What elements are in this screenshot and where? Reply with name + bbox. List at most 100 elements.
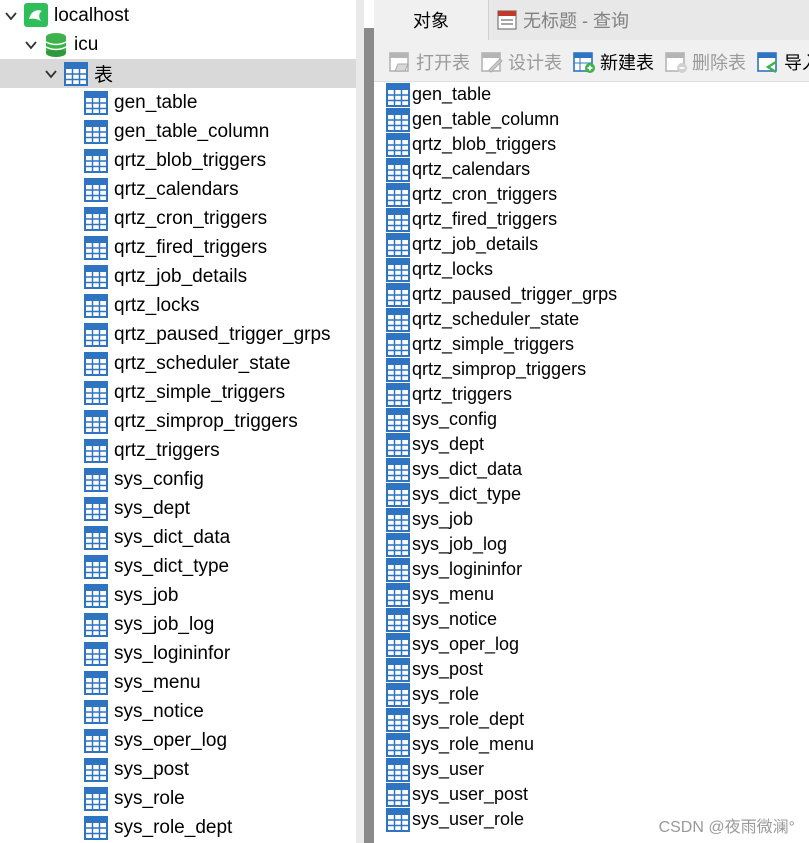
delete-table-icon xyxy=(665,52,687,73)
table-icon xyxy=(386,107,410,132)
tree-connection-localhost[interactable]: localhost xyxy=(0,1,356,30)
table-icon xyxy=(386,257,410,282)
tree-table-item[interactable]: sys_menu xyxy=(0,668,356,697)
object-list-label: sys_notice xyxy=(412,609,498,629)
table-icon xyxy=(386,532,410,557)
object-list-label: sys_user_role xyxy=(412,809,525,829)
tree-table-item[interactable]: gen_table xyxy=(0,88,356,117)
object-list-item[interactable]: sys_config xyxy=(386,407,497,432)
object-list-item[interactable]: qrtz_simprop_triggers xyxy=(386,357,586,382)
delete-table-button[interactable]: 删除表 xyxy=(664,48,746,76)
chevron-down-icon[interactable] xyxy=(44,67,58,81)
design-table-button[interactable]: 设计表 xyxy=(480,48,562,76)
object-list-item[interactable]: qrtz_blob_triggers xyxy=(386,132,556,157)
tree-table-item[interactable]: qrtz_job_details xyxy=(0,262,356,291)
tree-table-item[interactable]: sys_notice xyxy=(0,697,356,726)
object-list-item[interactable]: sys_dept xyxy=(386,432,484,457)
tree-table-item[interactable]: sys_job_log xyxy=(0,610,356,639)
tree-table-item[interactable]: qrtz_triggers xyxy=(0,436,356,465)
tab-query-label: 无标题 - 查询 xyxy=(523,11,629,31)
tab-query[interactable]: 无标题 - 查询 xyxy=(488,0,809,40)
tree-table-item[interactable]: qrtz_paused_trigger_grps xyxy=(0,320,356,349)
tree-table-item[interactable]: sys_dict_data xyxy=(0,523,356,552)
object-list-label: sys_dict_data xyxy=(412,459,523,479)
object-list-item[interactable]: sys_role_menu xyxy=(386,732,534,757)
object-list-item[interactable]: qrtz_calendars xyxy=(386,157,530,182)
tree-table-item[interactable]: sys_dict_type xyxy=(0,552,356,581)
tree-table-item[interactable]: sys_role xyxy=(0,784,356,813)
object-list-item[interactable]: qrtz_scheduler_state xyxy=(386,307,579,332)
tree-table-item[interactable]: sys_oper_log xyxy=(0,726,356,755)
open-table-button[interactable]: 打开表 xyxy=(388,48,470,76)
object-list-item[interactable]: qrtz_job_details xyxy=(386,232,538,257)
tab-objects[interactable]: 对象 xyxy=(374,0,488,40)
chevron-down-icon[interactable] xyxy=(4,9,18,23)
tree-table-item[interactable]: qrtz_scheduler_state xyxy=(0,349,356,378)
object-list-label: qrtz_simple_triggers xyxy=(412,334,575,354)
tree-table-item[interactable]: sys_post xyxy=(0,755,356,784)
object-list-item[interactable]: sys_role_dept xyxy=(386,707,524,732)
object-list-label: sys_role_dept xyxy=(412,709,525,729)
object-list-item[interactable]: sys_job_log xyxy=(386,532,507,557)
object-list-item[interactable]: qrtz_fired_triggers xyxy=(386,207,557,232)
object-list-item[interactable]: sys_user_role xyxy=(386,807,524,832)
object-list-item[interactable]: sys_user xyxy=(386,757,484,782)
table-icon xyxy=(386,482,410,507)
tree-table-item[interactable]: sys_role_dept xyxy=(0,813,356,842)
object-list-item[interactable]: sys_logininfor xyxy=(386,557,522,582)
object-list-item[interactable]: gen_table_column xyxy=(386,107,559,132)
tree-table-item[interactable]: qrtz_simprop_triggers xyxy=(0,407,356,436)
tree-table-item[interactable]: gen_table_column xyxy=(0,117,356,146)
object-list-item[interactable]: gen_table xyxy=(386,82,491,107)
tree-table-item[interactable]: qrtz_locks xyxy=(0,291,356,320)
table-icon xyxy=(84,91,108,115)
import-button[interactable]: 导入 xyxy=(756,48,809,76)
tree-table-label: sys_logininfor xyxy=(114,642,231,664)
object-list-item[interactable]: sys_dict_type xyxy=(386,482,521,507)
object-list-item[interactable]: sys_dict_data xyxy=(386,457,522,482)
tree-table-item[interactable]: qrtz_fired_triggers xyxy=(0,233,356,262)
object-list-label: sys_menu xyxy=(412,584,495,604)
object-list-item[interactable]: qrtz_paused_trigger_grps xyxy=(386,282,617,307)
object-list-item[interactable]: sys_menu xyxy=(386,582,494,607)
object-list-item[interactable]: qrtz_triggers xyxy=(386,382,512,407)
table-icon xyxy=(386,782,410,807)
table-icon xyxy=(386,457,410,482)
tree-table-label: sys_dept xyxy=(114,497,191,519)
object-list-item[interactable]: sys_post xyxy=(386,657,483,682)
object-list-item[interactable]: sys_user_post xyxy=(386,782,528,807)
object-list-item[interactable]: qrtz_simple_triggers xyxy=(386,332,574,357)
tree-table-item[interactable]: qrtz_simple_triggers xyxy=(0,378,356,407)
pane-splitter[interactable] xyxy=(356,0,364,843)
object-list-item[interactable]: sys_oper_log xyxy=(386,632,519,657)
table-icon xyxy=(386,357,410,382)
tree-table-item[interactable]: sys_config xyxy=(0,465,356,494)
object-list-label: qrtz_locks xyxy=(412,259,494,279)
tree-database-icu[interactable]: icu xyxy=(0,30,356,59)
tree-table-item[interactable]: sys_job xyxy=(0,581,356,610)
object-list-item[interactable]: sys_job xyxy=(386,507,473,532)
table-icon xyxy=(84,758,108,782)
chevron-down-icon[interactable] xyxy=(24,38,38,52)
object-list-item[interactable]: sys_role xyxy=(386,682,479,707)
object-list-label: qrtz_job_details xyxy=(412,234,539,254)
tree-tables-node[interactable]: 表 xyxy=(0,59,356,88)
object-list-item[interactable]: qrtz_cron_triggers xyxy=(386,182,557,207)
table-icon xyxy=(386,657,410,682)
tree-table-item[interactable]: qrtz_calendars xyxy=(0,175,356,204)
table-icon xyxy=(386,332,410,357)
table-icon xyxy=(84,613,108,637)
object-list-item[interactable]: qrtz_locks xyxy=(386,257,493,282)
object-list-item[interactable]: sys_notice xyxy=(386,607,497,632)
table-icon xyxy=(386,807,410,832)
object-list-label: qrtz_paused_trigger_grps xyxy=(412,284,618,304)
tree-table-label: qrtz_fired_triggers xyxy=(114,236,268,258)
splitter-bar[interactable] xyxy=(364,28,374,843)
tree-table-item[interactable]: sys_logininfor xyxy=(0,639,356,668)
tree-table-item[interactable]: qrtz_blob_triggers xyxy=(0,146,356,175)
object-list-label: sys_config xyxy=(412,409,498,429)
tree-table-label: sys_role_dept xyxy=(114,816,233,838)
new-table-button[interactable]: 新建表 xyxy=(572,48,654,76)
tree-table-item[interactable]: qrtz_cron_triggers xyxy=(0,204,356,233)
tree-table-item[interactable]: sys_dept xyxy=(0,494,356,523)
